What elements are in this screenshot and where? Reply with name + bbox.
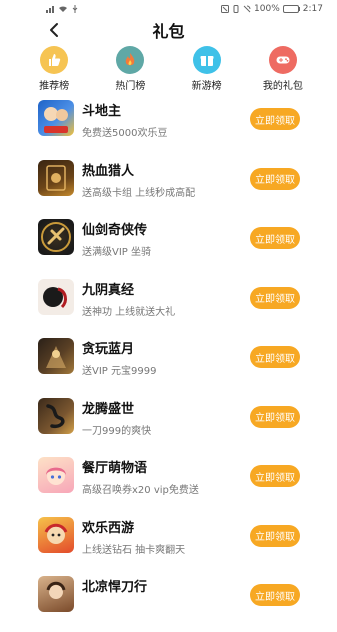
list-item: 欢乐西游 上线送钻石 抽卡爽翻天 立即领取 xyxy=(0,513,337,573)
game-desc: 送高级卡组 上线秒成高配 xyxy=(82,187,196,199)
claim-button[interactable]: 立即领取 xyxy=(250,584,300,606)
gift-list: 斗地主 免费送5000欢乐豆 立即领取 热血猎人 送高级卡组 上线秒成高配 立即… xyxy=(0,96,337,632)
game-desc: 送神功 上线就送大礼 xyxy=(82,306,176,318)
usb-icon xyxy=(72,5,78,13)
gamepad-icon xyxy=(268,46,297,74)
game-icon xyxy=(38,576,74,612)
game-name: 九阴真经 xyxy=(82,282,135,298)
nav-bar: 礼包 xyxy=(0,18,337,42)
gift-icon xyxy=(192,46,221,74)
game-name: 龙腾盛世 xyxy=(82,401,135,417)
thumbs-up-icon xyxy=(40,46,69,74)
claim-button[interactable]: 立即领取 xyxy=(250,167,300,190)
game-desc: 免费送5000欢乐豆 xyxy=(82,128,168,139)
claim-button[interactable]: 立即领取 xyxy=(250,227,300,249)
list-item: 热血猎人 送高级卡组 上线秒成高配 立即领取 xyxy=(0,156,337,216)
vibrate-icon xyxy=(233,5,239,13)
claim-button[interactable]: 立即领取 xyxy=(250,108,300,130)
list-item: 北凉悍刀行 立即领取 xyxy=(0,572,337,632)
game-name: 餐厅萌物语 xyxy=(82,461,148,476)
tab-recommend[interactable]: 推荐榜 xyxy=(23,46,85,92)
claim-button[interactable]: 立即领取 xyxy=(250,286,300,309)
status-bar: 100% 2:17 xyxy=(0,0,337,18)
game-name: 斗地主 xyxy=(82,104,122,119)
tab-my-gifts[interactable]: 我的礼包 xyxy=(252,46,314,92)
battery-percent: 100% xyxy=(254,4,280,14)
claim-button[interactable]: 立即领取 xyxy=(250,524,300,547)
game-desc: 高级召唤券x20 vip免费送 xyxy=(82,485,199,496)
tab-label: 推荐榜 xyxy=(39,81,70,92)
list-item: 斗地主 免费送5000欢乐豆 立即领取 xyxy=(0,96,337,156)
game-icon xyxy=(38,338,74,374)
game-icon xyxy=(38,397,74,434)
list-item: 餐厅萌物语 高级召唤券x20 vip免费送 立即领取 xyxy=(0,453,337,513)
tab-label: 热门榜 xyxy=(115,81,146,92)
clock: 2:17 xyxy=(302,4,323,14)
chevron-left-icon xyxy=(50,23,58,37)
category-tabs: 推荐榜 热门榜 新游榜 我的礼包 xyxy=(0,42,337,92)
game-icon xyxy=(38,516,74,553)
claim-button[interactable]: 立即领取 xyxy=(250,465,300,487)
game-icon xyxy=(38,159,74,196)
wifi-icon xyxy=(59,6,67,12)
list-item: 龙腾盛世 一刀999的爽快 立即领取 xyxy=(0,394,337,454)
game-desc: 上线送钻石 抽卡爽翻天 xyxy=(82,544,186,556)
signal-icon xyxy=(46,5,54,13)
game-icon xyxy=(38,219,74,255)
tab-label: 我的礼包 xyxy=(262,81,303,92)
mute-icon xyxy=(243,5,251,13)
page-title: 礼包 xyxy=(152,22,185,41)
game-name: 北凉悍刀行 xyxy=(82,580,148,595)
game-name: 仙剑奇侠传 xyxy=(82,223,148,238)
tab-label: 新游榜 xyxy=(191,81,222,92)
game-desc: 送VIP 元宝9999 xyxy=(82,366,157,377)
game-desc: 送满级VIP 坐骑 xyxy=(82,247,151,258)
game-icon xyxy=(38,278,74,315)
flame-icon xyxy=(116,46,145,74)
claim-button[interactable]: 立即领取 xyxy=(250,346,300,368)
list-item: 仙剑奇侠传 送满级VIP 坐骑 立即领取 xyxy=(0,215,337,275)
list-item: 贪玩蓝月 送VIP 元宝9999 立即领取 xyxy=(0,334,337,394)
back-button[interactable] xyxy=(42,18,66,42)
claim-button[interactable]: 立即领取 xyxy=(250,405,300,428)
battery-icon xyxy=(282,5,300,13)
game-name: 热血猎人 xyxy=(82,163,135,179)
game-name: 欢乐西游 xyxy=(82,520,135,536)
nfc-icon xyxy=(221,5,230,13)
game-icon xyxy=(38,457,74,493)
list-item: 九阴真经 送神功 上线就送大礼 立即领取 xyxy=(0,275,337,335)
game-icon xyxy=(38,100,74,136)
tab-new[interactable]: 新游榜 xyxy=(176,46,238,92)
tab-hot[interactable]: 热门榜 xyxy=(99,46,161,92)
game-name: 贪玩蓝月 xyxy=(82,342,135,357)
game-desc: 一刀999的爽快 xyxy=(82,425,152,437)
